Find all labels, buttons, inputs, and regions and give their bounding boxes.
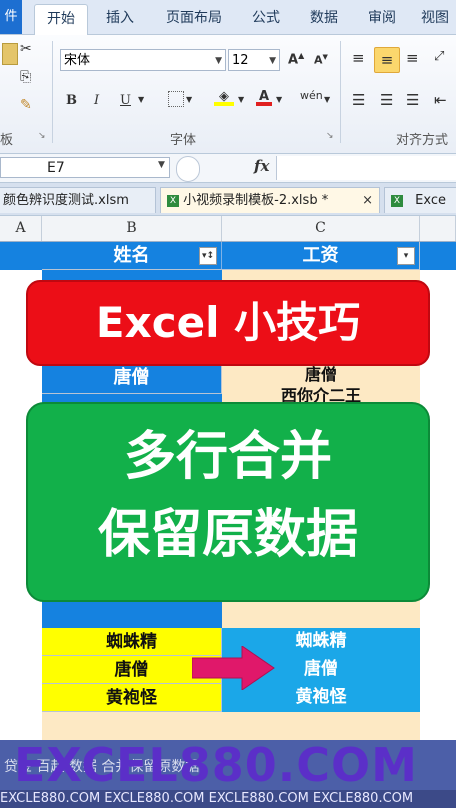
cell-c-empty[interactable] bbox=[222, 712, 420, 742]
header-salary-cell[interactable]: 工资 ▾ bbox=[222, 242, 420, 270]
fill-color-icon[interactable]: ◈ bbox=[214, 89, 234, 106]
name-box[interactable]: E7 bbox=[0, 157, 170, 178]
align-center-icon[interactable]: ☰ bbox=[380, 91, 393, 109]
italic-icon[interactable]: I bbox=[94, 93, 99, 108]
phonetic-icon[interactable]: wén bbox=[300, 89, 323, 102]
tab-page-layout[interactable]: 页面布局 bbox=[156, 4, 232, 32]
indent-icon[interactable]: ⇤ bbox=[434, 91, 447, 109]
workbook-tab-label: 小视频录制模板-2.xlsb * bbox=[183, 193, 329, 208]
tab-data[interactable]: 数据 bbox=[302, 4, 346, 32]
workbook-tab-label: Exce bbox=[415, 193, 446, 208]
tab-home[interactable]: 开始 bbox=[34, 4, 88, 35]
orientation-icon[interactable]: ⤢ bbox=[434, 49, 444, 64]
chevron-down-icon: ▼ bbox=[269, 56, 276, 66]
font-size-select[interactable]: 12 ▼ bbox=[228, 49, 280, 71]
border-icon[interactable] bbox=[168, 91, 184, 107]
watermark-strip: EXCLE880.COM EXCLE880.COM EXCLE880.COM E… bbox=[0, 790, 456, 808]
ribbon-tab-bar: 件 开始 插入 页面布局 公式 数据 审阅 视图 bbox=[0, 0, 456, 35]
insert-function-icon[interactable]: fx bbox=[254, 157, 269, 175]
tab-view[interactable]: 视图 bbox=[414, 4, 456, 32]
clipboard-group-label: 板 bbox=[0, 133, 14, 148]
font-color-icon[interactable]: A bbox=[256, 89, 272, 106]
workbook-tab-label: 颜色辨识度测试.xlsm bbox=[3, 193, 129, 208]
font-size-value: 12 bbox=[232, 53, 249, 68]
copy-icon[interactable]: ⎘ bbox=[20, 69, 31, 85]
ribbon: ✂ ⎘ ✎ 板 ↘ 宋体 ▼ 12 ▼ A▲ A▼ B I U ▼ ▼ ◈ ▼ … bbox=[0, 35, 456, 154]
workbook-tab-color-test[interactable]: 颜色辨识度测试.xlsm bbox=[0, 187, 156, 213]
column-header-a[interactable]: A bbox=[0, 216, 42, 241]
close-icon[interactable]: × bbox=[362, 188, 373, 213]
bold-icon[interactable]: B bbox=[66, 93, 77, 108]
tab-insert[interactable]: 插入 bbox=[98, 4, 142, 32]
workbook-tab-video-template[interactable]: X 小视频录制模板-2.xlsb * × bbox=[160, 187, 380, 213]
clipboard-launcher-icon[interactable]: ↘ bbox=[38, 131, 46, 141]
paste-icon[interactable] bbox=[2, 43, 18, 65]
chevron-down-icon[interactable]: ▼ bbox=[186, 95, 192, 104]
shrink-font-icon[interactable]: A▼ bbox=[314, 53, 328, 67]
chevron-down-icon: ▼ bbox=[215, 56, 222, 66]
formula-splitter[interactable] bbox=[176, 156, 200, 182]
chevron-down-icon[interactable]: ▼ bbox=[324, 95, 330, 104]
align-middle-icon[interactable]: ≡ bbox=[374, 47, 400, 73]
workbook-tab-excel[interactable]: X Exce bbox=[384, 187, 456, 213]
chevron-down-icon[interactable]: ▼ bbox=[238, 95, 244, 104]
align-top-icon[interactable]: ≡ bbox=[352, 49, 365, 67]
underline-icon[interactable]: U bbox=[120, 93, 131, 108]
font-launcher-icon[interactable]: ↘ bbox=[326, 131, 334, 141]
cut-icon[interactable]: ✂ bbox=[20, 41, 32, 57]
watermark-band: 贷金 百起 数据 合并保留原数据 EXCEL880.COM EXCLE880.C… bbox=[0, 740, 456, 808]
header-name-cell[interactable]: 姓名 ▾↕ bbox=[42, 242, 222, 270]
tab-file[interactable]: 件 bbox=[0, 0, 22, 34]
header-name-label: 姓名 bbox=[113, 245, 150, 266]
group-separator bbox=[52, 41, 53, 143]
title-banner-green: 多行合并 保留原数据 bbox=[26, 402, 430, 602]
alignment-group-label: 对齐方式 bbox=[396, 133, 449, 148]
font-name-select[interactable]: 宋体 ▼ bbox=[60, 49, 226, 71]
filter-sort-icon[interactable]: ▾↕ bbox=[199, 247, 217, 265]
excel-file-icon: X bbox=[391, 194, 403, 207]
excel-file-icon: X bbox=[167, 194, 179, 207]
column-header-row: A B C bbox=[0, 216, 456, 242]
right-arrow-icon bbox=[192, 646, 275, 690]
chevron-down-icon[interactable]: ▼ bbox=[276, 95, 282, 104]
column-header-b[interactable]: B bbox=[42, 216, 222, 241]
title-banner-red: Excel 小技巧 bbox=[26, 280, 430, 366]
banner-line-1: 多行合并 bbox=[123, 427, 332, 487]
group-separator bbox=[340, 41, 341, 143]
tab-formulas[interactable]: 公式 bbox=[244, 4, 288, 32]
cell-b-tang[interactable]: 唐僧 bbox=[42, 362, 222, 394]
align-right-icon[interactable]: ☰ bbox=[406, 91, 419, 109]
align-left-icon[interactable]: ☰ bbox=[352, 91, 365, 109]
watermark-logo-text: EXCEL880.COM bbox=[14, 740, 418, 792]
column-header-c[interactable]: C bbox=[222, 216, 420, 241]
format-painter-icon[interactable]: ✎ bbox=[20, 97, 32, 113]
chevron-down-icon[interactable]: ▼ bbox=[158, 160, 165, 170]
cell-c-tang[interactable]: 唐僧 bbox=[222, 364, 420, 386]
cell-b-empty[interactable] bbox=[42, 712, 223, 742]
tab-review[interactable]: 审阅 bbox=[360, 4, 404, 32]
chevron-down-icon[interactable]: ▼ bbox=[138, 95, 144, 104]
column-header-d[interactable] bbox=[420, 216, 456, 241]
font-name-value: 宋体 bbox=[64, 53, 91, 68]
banner-line-2: 保留原数据 bbox=[97, 505, 358, 565]
header-salary-label: 工资 bbox=[302, 245, 339, 266]
grow-font-icon[interactable]: A▲ bbox=[288, 51, 304, 67]
filter-dropdown-icon[interactable]: ▾ bbox=[397, 247, 415, 265]
font-group-label: 字体 bbox=[170, 133, 197, 148]
formula-input[interactable] bbox=[276, 156, 456, 180]
workbook-tab-bar: 颜色辨识度测试.xlsm X 小视频录制模板-2.xlsb * × X Exce bbox=[0, 183, 456, 216]
align-bottom-icon[interactable]: ≡ bbox=[406, 49, 419, 67]
